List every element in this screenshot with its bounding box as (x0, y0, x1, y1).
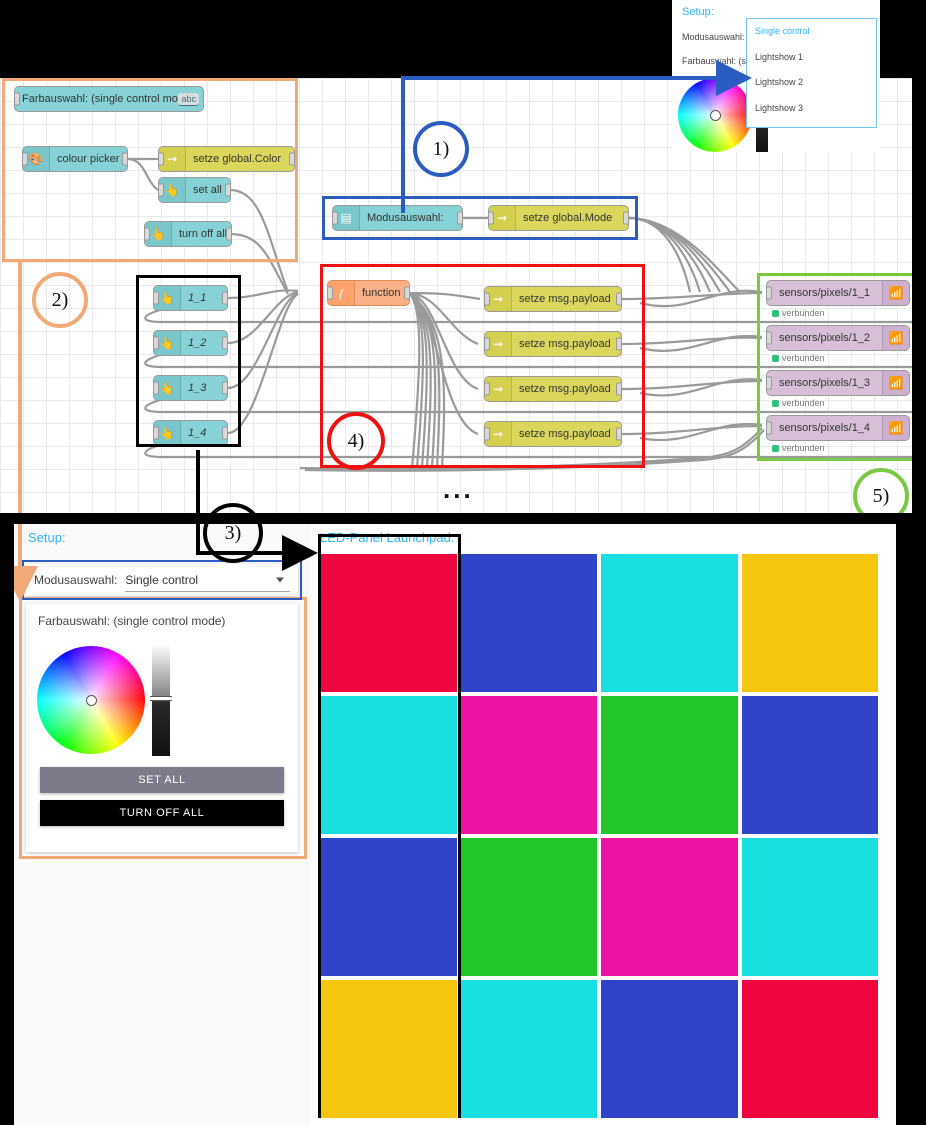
led-cell-4-4[interactable] (741, 980, 878, 1118)
occluder-bottom-black-right (896, 524, 926, 1125)
dropdown-option-lightshow-3[interactable]: Lightshow 3 (747, 96, 876, 122)
occluder-right-black (912, 78, 926, 524)
led-cell-2-2[interactable] (460, 696, 597, 834)
mode-dropdown-open-list[interactable]: Single control Lightshow 1 Lightshow 2 L… (746, 18, 877, 128)
annotation-marker-4: 4) (327, 412, 385, 470)
led-cell-2-1[interactable] (320, 696, 457, 834)
annotation-box-1-dashboard-mode (22, 560, 302, 600)
annotation-marker-3-label: 3) (224, 521, 242, 544)
dashboard-setup-title: Setup: (28, 530, 66, 545)
annotation-marker-2-label: 2) (51, 288, 69, 311)
dashboard-panel: Setup: Modusauswahl: Single control Farb… (14, 524, 896, 1125)
dashboard-setup-column: Setup: Modusauswahl: Single control Farb… (14, 524, 310, 1125)
annotation-marker-2: 2) (32, 272, 88, 328)
led-cell-3-4[interactable] (741, 838, 878, 976)
annotation-box-5-mqtt-group (757, 273, 912, 461)
occluder-bottom-black-left (0, 524, 14, 1125)
setup-popup-color-wheel[interactable] (678, 78, 752, 152)
setup-popup-overlay: Setup: Modusauswahl: Farbauswahl: (s Sin… (672, 0, 880, 152)
dropdown-option-single-control[interactable]: Single control (747, 19, 876, 45)
led-cell-1-2[interactable] (460, 554, 597, 692)
color-wheel-knob-icon[interactable] (710, 110, 721, 121)
led-cell-1-3[interactable] (601, 554, 738, 692)
occluder-black-strip-3 (0, 513, 926, 524)
annotation-marker-1: 1) (413, 121, 469, 177)
annotation-box-2-dashboard-color (19, 597, 307, 859)
led-cell-4-2[interactable] (460, 980, 597, 1118)
led-grid-column-divider (457, 534, 461, 1118)
dropdown-option-lightshow-1[interactable]: Lightshow 1 (747, 45, 876, 71)
annotation-marker-4-label: 4) (347, 429, 365, 452)
led-cell-4-1[interactable] (320, 980, 457, 1118)
led-panel-title: LED-Panel Launchpad: (320, 530, 455, 545)
led-cell-3-1[interactable] (320, 838, 457, 976)
led-cell-2-3[interactable] (601, 696, 738, 834)
led-cell-1-4[interactable] (741, 554, 878, 692)
annotation-marker-1-label: 1) (432, 137, 450, 160)
annotation-box-3-buttons-group (136, 275, 241, 447)
annotation-marker-3: 3) (203, 503, 263, 563)
annotation-marker-5-label: 5) (872, 484, 890, 507)
led-grid-left-border (318, 534, 321, 1118)
led-cell-3-2[interactable] (460, 838, 597, 976)
led-grid-top-border (320, 534, 459, 537)
setup-popup-color-label: Farbauswahl: (s (682, 56, 747, 66)
flow-ellipsis: ... (443, 474, 474, 504)
led-cell-4-3[interactable] (601, 980, 738, 1118)
led-cell-1-1[interactable] (320, 554, 457, 692)
setup-popup-title: Setup: (682, 6, 714, 18)
led-panel-grid[interactable] (318, 534, 878, 1118)
setup-popup-mode-label: Modusauswahl: (682, 32, 745, 42)
led-cell-3-3[interactable] (601, 838, 738, 976)
annotation-box-1-mode-group (322, 196, 638, 240)
dropdown-option-lightshow-2[interactable]: Lightshow 2 (747, 70, 876, 96)
led-cell-2-4[interactable] (741, 696, 878, 834)
annotation-box-2-color-group (2, 78, 298, 262)
